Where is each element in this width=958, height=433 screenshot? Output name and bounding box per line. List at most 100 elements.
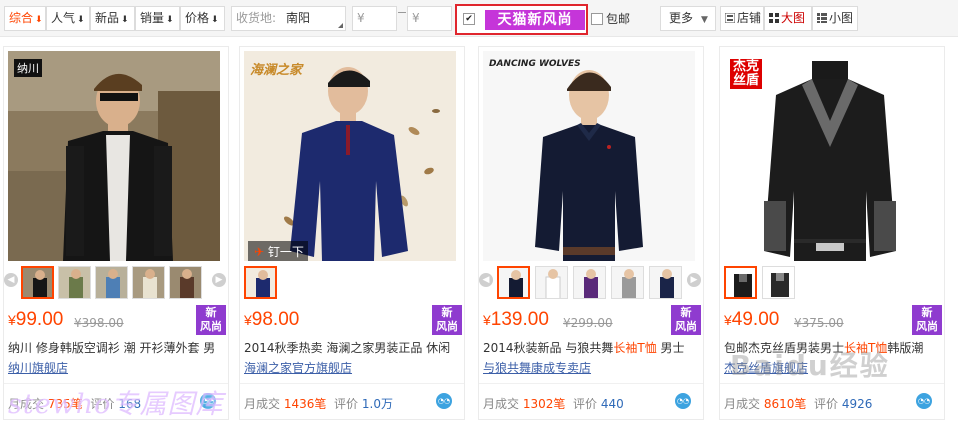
new-style-badge: 新风尚 <box>671 305 701 335</box>
tmall-checkbox[interactable]: ✔ <box>463 13 475 25</box>
original-price: ¥375.00 <box>794 316 844 330</box>
thumbnail[interactable] <box>724 266 757 299</box>
tmall-new-style-button[interactable]: 天猫新风尚 <box>485 10 585 30</box>
reviews-label: 评价 <box>334 397 359 411</box>
location-label: 收货地: <box>236 11 277 25</box>
sort-label: 人气 <box>51 11 76 25</box>
tmall-filter-highlight: ✔ 天猫新风尚 <box>455 4 588 35</box>
arrow-down-icon: ⬇ <box>211 15 219 25</box>
thumbnail[interactable] <box>95 266 128 299</box>
brand-logo: 纳川 <box>14 59 42 77</box>
sort-price[interactable]: 价格 ⬇ <box>180 6 225 31</box>
sort-label: 综合 <box>9 11 34 25</box>
price-row: ¥139.00 ¥299.00 新风尚 <box>483 305 701 335</box>
product-card[interactable]: DANCING WOLVES ◀ ▶ ¥139.00 ¥299.00 新风尚 2… <box>478 46 704 420</box>
thumbnail[interactable] <box>649 266 682 299</box>
badge-line: 新 <box>680 306 692 319</box>
product-image[interactable]: 杰克丝盾 <box>724 51 936 261</box>
thumbnail[interactable] <box>497 266 530 299</box>
thumbnail[interactable] <box>573 266 606 299</box>
brand-logo-text: 杰克丝盾 <box>732 59 759 88</box>
thumbnail[interactable] <box>58 266 91 299</box>
product-card[interactable]: 海澜之家 ✈ 钉一下 ¥98.00 新风尚 2014秋季热卖 海澜之家男装正品 … <box>239 46 465 420</box>
sort-comprehensive[interactable]: 综合 ⬇ <box>4 6 46 31</box>
chat-icon[interactable]: ◔◔ <box>436 393 452 409</box>
thumbnail-strip <box>720 264 946 302</box>
thumbnail[interactable] <box>762 266 795 299</box>
view-large-button[interactable]: 大图 <box>764 6 812 31</box>
brand-logo-text: DANCING WOLVES <box>489 59 581 69</box>
thumbnail[interactable] <box>611 266 644 299</box>
thumbnail[interactable] <box>132 266 165 299</box>
product-image[interactable]: 海澜之家 ✈ 钉一下 <box>244 51 456 261</box>
currency-symbol: ¥ <box>724 312 732 328</box>
divider <box>479 383 703 384</box>
more-label: 更多 <box>669 11 694 25</box>
sales-value: 1302笔 <box>522 397 566 411</box>
product-title[interactable]: 纳川 修身韩版空调衫 潮 开衫薄外套 男 <box>8 339 224 355</box>
badge-line: 风尚 <box>200 320 222 333</box>
product-title[interactable]: 2014秋季热卖 海澜之家男装正品 休闲 <box>244 339 460 355</box>
sales-label: 月成交 <box>483 397 520 411</box>
brand-logo-text: 海澜之家 <box>250 63 303 78</box>
chevron-right-icon[interactable]: ▶ <box>687 273 701 287</box>
thumbnail-strip: ◀ ▶ <box>479 264 705 302</box>
thumbnail[interactable] <box>244 266 277 299</box>
badge-line: 新 <box>205 306 217 319</box>
product-title[interactable]: 2014秋装新品 与狼共舞长袖T恤 男士 <box>483 339 699 355</box>
reviews-value[interactable]: 440 <box>601 397 624 411</box>
currency-symbol: ¥ <box>244 312 252 328</box>
brand-logo: 杰克丝盾 <box>730 59 762 89</box>
pin-button[interactable]: ✈ 钉一下 <box>248 241 308 261</box>
product-card[interactable]: 纳川 ◀ ▶ ¥99.00 ¥398.00 新风尚 纳川 修身韩版空调衫 潮 开… <box>3 46 229 420</box>
reviews-value[interactable]: 1.0万 <box>362 397 393 411</box>
view-small-button[interactable]: 小图 <box>812 6 858 31</box>
sort-popularity[interactable]: 人气 ⬇ <box>46 6 90 31</box>
shop-link[interactable]: 海澜之家官方旗舰店 <box>244 359 352 376</box>
view-shop-button[interactable]: 店铺 <box>720 6 764 31</box>
divider <box>240 383 464 384</box>
thumbnail[interactable] <box>169 266 202 299</box>
chat-icon[interactable]: ◔◔ <box>675 393 691 409</box>
sales-label: 月成交 <box>244 397 281 411</box>
free-shipping-checkbox[interactable] <box>591 13 603 25</box>
product-image[interactable]: 纳川 <box>8 51 220 261</box>
sort-sales[interactable]: 销量 ⬇ <box>135 6 180 31</box>
brand-logo-text: 纳川 <box>17 62 39 75</box>
arrow-down-icon: ⬇ <box>77 15 85 25</box>
reviews-label: 评价 <box>573 397 598 411</box>
shop-link[interactable]: 纳川旗舰店 <box>8 359 68 376</box>
current-price: ¥49.00 <box>724 309 779 331</box>
location-select[interactable]: 收货地: 南阳 <box>231 6 346 31</box>
product-image[interactable]: DANCING WOLVES <box>483 51 695 261</box>
pin-label: 钉一下 <box>267 245 304 259</box>
reviews-value[interactable]: 4926 <box>842 397 873 411</box>
badge-line: 新 <box>921 306 933 319</box>
baidu-watermark: Baidu经验 <box>730 349 890 382</box>
sort-label: 价格 <box>185 11 210 25</box>
large-grid-icon <box>769 8 779 23</box>
shop-link[interactable]: 与狼共舞康成专卖店 <box>483 359 591 376</box>
badge-line: 新 <box>441 306 453 319</box>
chevron-left-icon[interactable]: ◀ <box>479 273 493 287</box>
price-min-input[interactable]: ¥ <box>352 6 397 31</box>
more-filters-button[interactable]: 更多 ▼ <box>660 6 716 31</box>
arrow-down-icon: ⬇ <box>121 15 129 25</box>
price-value: 49.00 <box>731 309 780 330</box>
chevron-right-icon[interactable]: ▶ <box>212 273 226 287</box>
price-min-placeholder: ¥ <box>357 11 365 25</box>
chevron-left-icon[interactable]: ◀ <box>4 273 18 287</box>
view-label: 店铺 <box>737 11 762 25</box>
price-value: 139.00 <box>490 309 549 330</box>
thumbnail[interactable] <box>21 266 54 299</box>
thumbnail-strip <box>240 264 466 302</box>
watermark-text: stewho专属图库 <box>8 389 224 420</box>
new-style-badge: 新风尚 <box>432 305 462 335</box>
brand-logo: 海澜之家 <box>250 59 302 78</box>
sort-newest[interactable]: 新品 ⬇ <box>90 6 135 31</box>
chat-icon[interactable]: ◔◔ <box>916 393 932 409</box>
price-max-input[interactable]: ¥ <box>407 6 452 31</box>
thumbnail[interactable] <box>535 266 568 299</box>
price-row: ¥98.00 新风尚 <box>244 305 462 335</box>
grid-icon <box>724 8 736 24</box>
